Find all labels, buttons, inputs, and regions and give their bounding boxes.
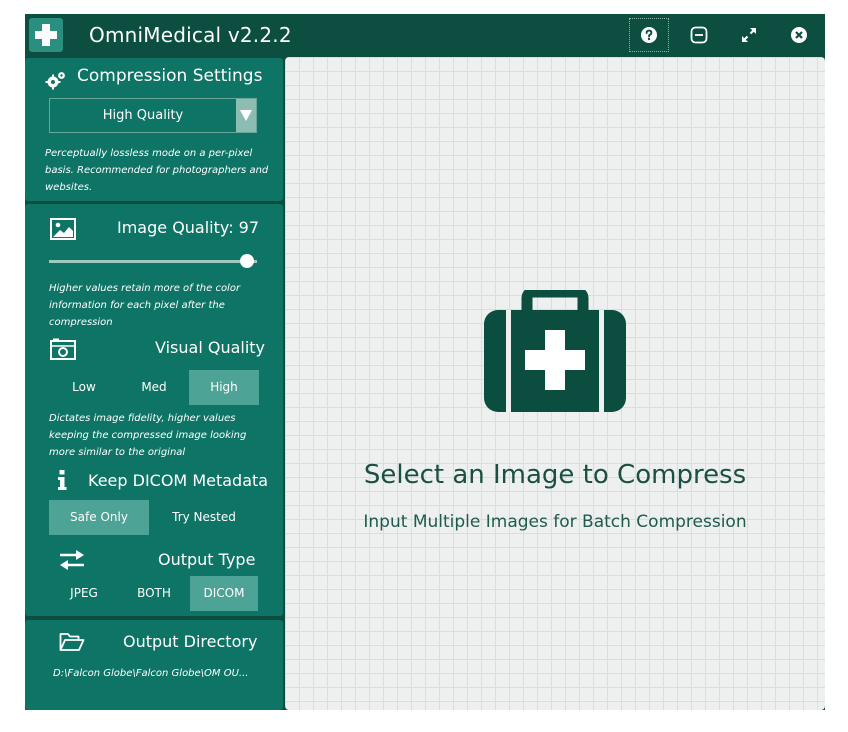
- compression-settings-heading: Compression Settings: [77, 66, 263, 86]
- info-icon: [58, 470, 67, 490]
- main-title: Select an Image to Compress: [363, 460, 747, 490]
- image-quality-slider[interactable]: [49, 260, 257, 263]
- visual-quality-low[interactable]: Low: [49, 370, 119, 405]
- compression-description: Perceptually lossless mode on a per-pixe…: [45, 148, 269, 193]
- compression-settings-panel: Compression Settings High Quality Percep…: [25, 58, 283, 201]
- output-type-dicom[interactable]: DICOM: [190, 576, 258, 611]
- output-type-jpeg[interactable]: JPEG: [49, 576, 119, 611]
- app-logo-icon: [29, 18, 63, 52]
- minimize-icon: [690, 26, 708, 44]
- maximize-icon: [742, 28, 756, 42]
- medical-kit-icon: [484, 290, 626, 412]
- chevron-down-icon[interactable]: [236, 99, 256, 132]
- folder-open-icon: [59, 633, 85, 651]
- output-directory-panel[interactable]: Output Directory D:\Falcon Globe\Falcon …: [25, 620, 283, 710]
- minimize-button[interactable]: [679, 18, 719, 52]
- compression-preset-select[interactable]: High Quality: [49, 98, 257, 133]
- dicom-metadata-try-nested[interactable]: Try Nested: [154, 500, 254, 535]
- help-button[interactable]: [629, 18, 669, 52]
- image-quality-label: Image Quality: 97: [117, 218, 260, 237]
- dicom-metadata-safe-only[interactable]: Safe Only: [49, 500, 149, 535]
- quality-settings-panel: Image Quality: 97 Higher values retain m…: [25, 204, 283, 616]
- image-quality-note: Higher values retain more of the color i…: [49, 283, 241, 328]
- compression-preset-value: High Quality: [102, 108, 184, 123]
- output-type-both[interactable]: BOTH: [119, 576, 189, 611]
- gears-icon: [45, 72, 65, 90]
- title-bar[interactable]: OmniMedical v2.2.2: [25, 14, 825, 56]
- camera-icon: [50, 338, 76, 360]
- visual-quality-note: Dictates image fidelity, higher values k…: [49, 413, 247, 458]
- keep-dicom-metadata-heading: Keep DICOM Metadata: [88, 471, 269, 490]
- image-drop-area[interactable]: Select an Image to Compress Input Multip…: [285, 57, 825, 710]
- help-icon: [641, 27, 657, 43]
- close-button[interactable]: [779, 18, 819, 52]
- app-window: OmniMedical v2.2.2 Compression Settings …: [25, 14, 825, 710]
- close-icon: [791, 27, 807, 43]
- output-directory-path: D:\Falcon Globe\Falcon Globe\OM OU...: [53, 668, 249, 679]
- output-directory-heading: Output Directory: [123, 632, 258, 651]
- maximize-button[interactable]: [729, 18, 769, 52]
- swap-arrows-icon: [60, 550, 84, 570]
- image-quality-slider-thumb[interactable]: [239, 254, 254, 268]
- visual-quality-med[interactable]: Med: [119, 370, 189, 405]
- visual-quality-high[interactable]: High: [189, 370, 259, 405]
- app-title: OmniMedical v2.2.2: [89, 23, 292, 47]
- output-type-heading: Output Type: [158, 550, 256, 569]
- visual-quality-heading: Visual Quality: [155, 338, 266, 357]
- main-subtitle: Input Multiple Images for Batch Compress…: [363, 512, 747, 532]
- image-icon: [50, 218, 76, 240]
